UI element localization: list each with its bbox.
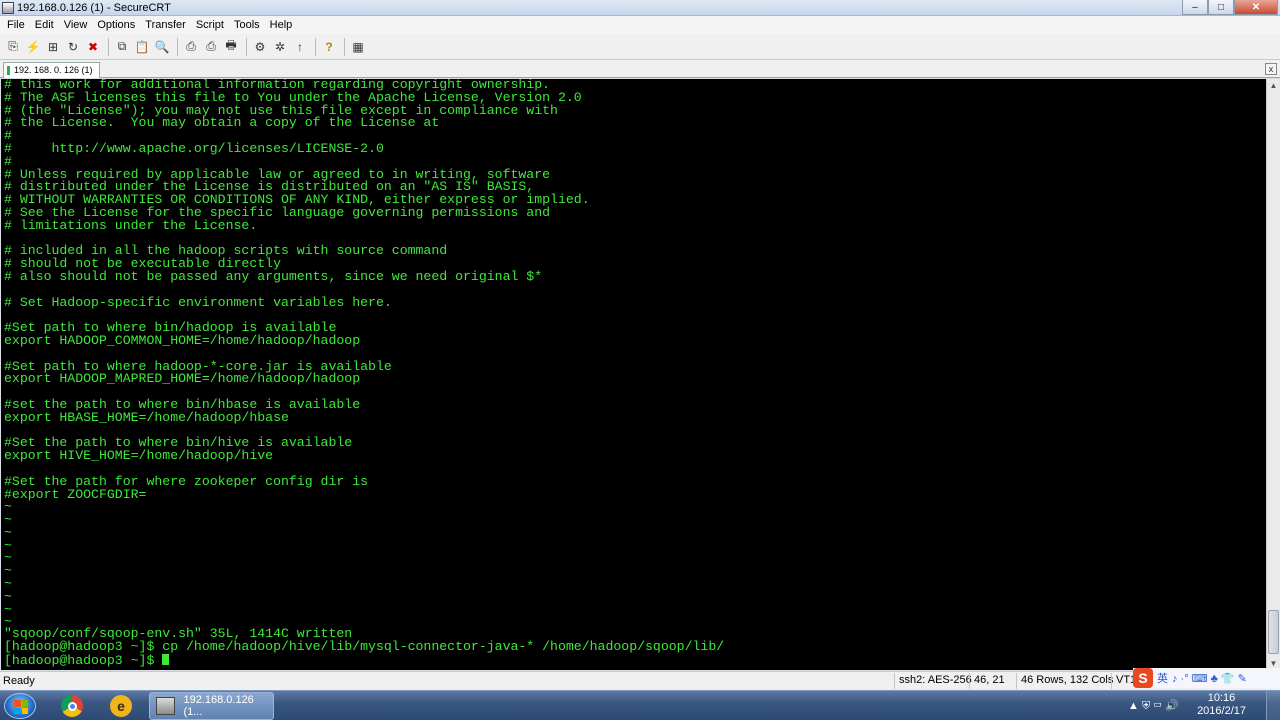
print-screen-icon[interactable]: 🖶 [222, 38, 240, 56]
tab-close-icon[interactable]: x [1265, 63, 1277, 75]
session-tab-label: 192. 168. 0. 126 (1) [14, 65, 93, 75]
terminal-line: # also should not be passed any argument… [4, 268, 543, 284]
sftp-icon[interactable]: ↑ [291, 38, 309, 56]
taskbar: e 192.168.0.126 (1... ▲ ⛨ ▭ 🔊 10:16 2016… [0, 690, 1280, 720]
toolbar: ⎘ ⚡ ⊞ ↻ ✖ ⧉ 📋 🔍 ⎙ ⎙ 🖶 ⚙ ✲ ↑ ? ▦ [0, 34, 1280, 60]
scrollbar-thumb[interactable] [1268, 610, 1279, 654]
toolbar-separator [177, 37, 178, 56]
menu-bar: File Edit View Options Transfer Script T… [0, 16, 1280, 34]
status-bar: Ready ssh2: AES-256 46, 21 46 Rows, 132 … [0, 671, 1280, 690]
terminal-screen[interactable]: # this work for additional information r… [1, 79, 1266, 670]
paste-icon[interactable]: 📋 [133, 38, 151, 56]
menu-options[interactable]: Options [92, 16, 140, 34]
find-icon[interactable]: 🔍 [153, 38, 171, 56]
terminal-line: export HIVE_HOME=/home/hadoop/hive [4, 448, 274, 464]
status-text: Ready [3, 675, 35, 687]
system-tray: ▲ ⛨ ▭ 🔊 10:16 2016/2/17 [1128, 691, 1280, 720]
close-button[interactable]: ✕ [1234, 0, 1278, 15]
ime-tool-icons[interactable]: ♪ ·° ⌨ ♣ 👕 ✎ [1172, 672, 1247, 685]
reconnect-icon[interactable]: ↻ [64, 38, 82, 56]
menu-view[interactable]: View [59, 16, 93, 34]
connection-status-indicator [7, 66, 10, 75]
maximize-button[interactable]: □ [1208, 0, 1234, 15]
clock-time: 10:16 [1207, 692, 1236, 704]
session-options-icon[interactable]: ⚙ [251, 38, 269, 56]
tray-icons[interactable]: ▲ ⛨ ▭ 🔊 [1128, 699, 1179, 713]
status-cipher: ssh2: AES-256 [894, 673, 976, 689]
terminal-line: export HADOOP_MAPRED_HOME=/home/hadoop/h… [4, 371, 361, 387]
help-icon[interactable]: ? [320, 38, 338, 56]
ime-toolbar[interactable]: S 英 ♪ ·° ⌨ ♣ 👕 ✎ [1133, 668, 1280, 688]
securecrt-taskbar-label: 192.168.0.126 (1... [183, 694, 254, 718]
terminal-line: ~ [4, 601, 12, 617]
menu-help[interactable]: Help [265, 16, 298, 34]
securecrt-icon [156, 697, 176, 715]
terminal-scrollbar[interactable]: ▲ ▼ [1266, 79, 1280, 670]
copy-icon[interactable]: ⧉ [113, 38, 131, 56]
toolbar-separator [108, 37, 109, 56]
terminal-line: # http://www.apache.org/licenses/LICENSE… [4, 140, 384, 156]
terminal-line: ~ [4, 563, 12, 579]
global-options-icon[interactable]: ✲ [271, 38, 289, 56]
terminal-line: # the License. You may obtain a copy of … [4, 115, 440, 131]
terminal-line: [hadoop@hadoop3 ~]$ cp /home/hadoop/hive… [4, 638, 725, 654]
status-cursor-position: 46, 21 [969, 673, 1009, 689]
toolbar-separator [344, 37, 345, 56]
title-bar[interactable]: 192.168.0.126 (1) - SecureCRT ‒ □ ✕ [0, 0, 1280, 16]
terminal-line: #export ZOOCFGDIR= [4, 486, 147, 502]
terminal-line: export HBASE_HOME=/home/hadoop/hbase [4, 409, 289, 425]
window-title: 192.168.0.126 (1) - SecureCRT [17, 1, 171, 14]
chrome-taskbar-button[interactable] [54, 693, 90, 719]
terminal-line: # limitations under the License. [4, 217, 258, 233]
print-icon[interactable]: ⎙ [182, 38, 200, 56]
ime-language-toggle[interactable]: 英 [1157, 670, 1168, 686]
scroll-up-icon[interactable]: ▲ [1267, 79, 1280, 92]
chrome-icon [61, 695, 83, 717]
terminal-line: ~ [4, 499, 12, 515]
connect-icon[interactable]: ⎘ [4, 38, 22, 56]
connect-in-tab-icon[interactable]: ⊞ [44, 38, 62, 56]
terminal-line: [hadoop@hadoop3 ~]$ [4, 653, 724, 667]
clock-date: 2016/2/17 [1197, 705, 1246, 717]
terminal-line: ~ [4, 550, 12, 566]
terminal-line: ~ [4, 576, 12, 592]
menu-tools[interactable]: Tools [229, 16, 265, 34]
minimize-button[interactable]: ‒ [1182, 0, 1208, 15]
ie-taskbar-button[interactable]: e [103, 693, 139, 719]
internet-explorer-icon: e [110, 695, 132, 717]
sogou-ime-icon[interactable]: S [1133, 668, 1153, 688]
menu-file[interactable]: File [2, 16, 30, 34]
windows-logo-icon [14, 700, 28, 714]
terminal-line: # Set Hadoop-specific environment variab… [4, 294, 392, 310]
status-terminal-size: 46 Rows, 132 Cols [1016, 673, 1117, 689]
keymap-icon[interactable]: ▦ [349, 38, 367, 56]
clock[interactable]: 10:16 2016/2/17 [1197, 692, 1246, 718]
securecrt-icon [2, 1, 14, 14]
start-button[interactable] [4, 693, 36, 719]
terminal-line: ~ [4, 512, 12, 528]
window-controls: ‒ □ ✕ [1182, 0, 1278, 15]
menu-script[interactable]: Script [191, 16, 229, 34]
toolbar-separator [315, 37, 316, 56]
toolbar-separator [246, 37, 247, 56]
terminal-line: ~ [4, 537, 12, 553]
session-tab-strip: 192. 168. 0. 126 (1) x [0, 60, 1280, 78]
terminal-line: export HADOOP_COMMON_HOME=/home/hadoop/h… [4, 332, 361, 348]
show-desktop-button[interactable] [1266, 691, 1280, 720]
menu-transfer[interactable]: Transfer [140, 16, 191, 34]
securecrt-taskbar-button[interactable]: 192.168.0.126 (1... [149, 692, 274, 720]
terminal-content: # this work for additional information r… [4, 79, 590, 629]
terminal-command-area: "sqoop/conf/sqoop-env.sh" 35L, 1414C wri… [4, 627, 725, 667]
terminal-cursor [162, 653, 170, 665]
quick-connect-icon[interactable]: ⚡ [24, 38, 42, 56]
terminal-line: ~ [4, 588, 12, 604]
terminal-line: ~ [4, 524, 12, 540]
session-tab[interactable]: 192. 168. 0. 126 (1) [3, 62, 100, 78]
disconnect-icon[interactable]: ✖ [84, 38, 102, 56]
print-selection-icon[interactable]: ⎙ [202, 38, 220, 56]
menu-edit[interactable]: Edit [30, 16, 59, 34]
